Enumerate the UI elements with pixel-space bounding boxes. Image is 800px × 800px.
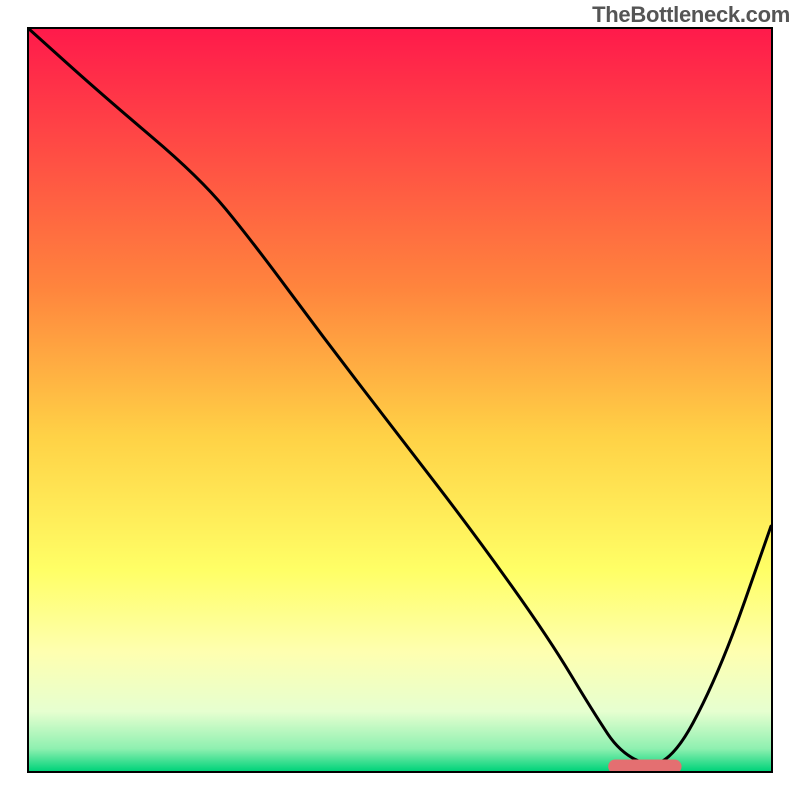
gradient-background bbox=[29, 29, 771, 771]
watermark-text: TheBottleneck.com bbox=[592, 2, 790, 28]
chart-svg bbox=[29, 29, 771, 771]
chart-plot-area bbox=[27, 27, 773, 773]
chart-root: TheBottleneck.com bbox=[0, 0, 800, 800]
